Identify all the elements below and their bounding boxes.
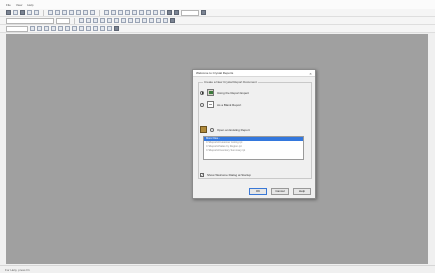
- increase-decimal-icon[interactable]: [149, 18, 154, 23]
- percent-icon[interactable]: [142, 18, 147, 23]
- border-icon[interactable]: [163, 18, 168, 23]
- insert-sql-icon[interactable]: [107, 26, 112, 31]
- blank-report-radio[interactable]: [200, 102, 204, 107]
- menu-view[interactable]: View: [16, 3, 22, 7]
- report-wizard-icon: [207, 89, 214, 96]
- option-report-expert[interactable]: Using the Report Expert: [200, 89, 249, 96]
- copy-icon[interactable]: [55, 10, 60, 15]
- toolbar-separator: [99, 9, 100, 16]
- insert-line-icon[interactable]: [37, 26, 42, 31]
- toolbar-separator: [43, 9, 44, 16]
- option-blank-report[interactable]: As a Blank Report: [200, 101, 241, 108]
- insert-group-icon[interactable]: [118, 10, 123, 15]
- insert-field-icon[interactable]: [104, 10, 109, 15]
- show-welcome-label: Show Welcome Dialog at Startup: [207, 173, 251, 177]
- formatting-toolbar: [0, 17, 435, 25]
- decrease-decimal-icon[interactable]: [156, 18, 161, 23]
- font-color-icon[interactable]: [170, 18, 175, 23]
- report-expert-radio[interactable]: [200, 90, 204, 95]
- insert-text-icon[interactable]: [111, 10, 116, 15]
- close-icon[interactable]: ×: [308, 71, 313, 76]
- show-welcome-checkbox[interactable]: ✓: [200, 173, 204, 177]
- refresh-icon[interactable]: [90, 10, 95, 15]
- font-name-combo[interactable]: [6, 17, 54, 24]
- insert-toolbar: [0, 25, 435, 33]
- insert-map-icon[interactable]: [65, 26, 70, 31]
- open-icon[interactable]: [13, 10, 18, 15]
- ok-button[interactable]: OK: [249, 188, 267, 195]
- insert-picture-icon[interactable]: [139, 10, 144, 15]
- report-explorer-icon[interactable]: [174, 10, 179, 15]
- sort-order-icon[interactable]: [153, 10, 158, 15]
- format-painter-icon[interactable]: [69, 10, 74, 15]
- justify-icon[interactable]: [121, 18, 126, 23]
- insert-box-icon[interactable]: [30, 26, 35, 31]
- insert-summary-icon[interactable]: [125, 10, 130, 15]
- insert-ole-icon[interactable]: [72, 26, 77, 31]
- italic-icon[interactable]: [86, 18, 91, 23]
- dialog-titlebar: Welcome to Crystal Reports: [193, 70, 315, 77]
- database-expert-icon[interactable]: [167, 10, 172, 15]
- help-button[interactable]: Help: [293, 188, 311, 195]
- insert-parameter-icon[interactable]: [93, 26, 98, 31]
- menu-help[interactable]: Help: [27, 3, 33, 7]
- align-center-icon[interactable]: [107, 18, 112, 23]
- recent-files-list[interactable]: More Files... C:\Reports\Customer Listin…: [203, 136, 304, 160]
- insert-olap-icon[interactable]: [58, 26, 63, 31]
- align-right-icon[interactable]: [114, 18, 119, 23]
- insert-hyperlink-icon[interactable]: [79, 26, 84, 31]
- open-existing-radio[interactable]: [210, 127, 214, 132]
- new-icon[interactable]: [6, 10, 11, 15]
- section-combo[interactable]: [6, 25, 28, 32]
- undo-icon[interactable]: [76, 10, 81, 15]
- formula-icon[interactable]: [160, 10, 165, 15]
- blank-report-label: As a Blank Report: [217, 102, 242, 107]
- show-welcome-option[interactable]: ✓ Show Welcome Dialog at Startup: [200, 173, 251, 177]
- status-bar: For Help, press F1: [0, 265, 435, 273]
- redo-icon[interactable]: [83, 10, 88, 15]
- underline-icon[interactable]: [93, 18, 98, 23]
- paste-icon[interactable]: [62, 10, 67, 15]
- select-expert-icon[interactable]: [146, 10, 151, 15]
- cancel-button[interactable]: Cancel: [271, 188, 289, 195]
- insert-subreport-icon[interactable]: [51, 26, 56, 31]
- open-existing-label: Open an Existing Report: [217, 127, 250, 132]
- dialog-title: Welcome to Crystal Reports: [196, 71, 234, 75]
- print-preview-icon[interactable]: [34, 10, 39, 15]
- group-label: Create a New Crystal Report Document: [203, 80, 258, 84]
- currency-icon[interactable]: [128, 18, 133, 23]
- insert-chart-icon[interactable]: [132, 10, 137, 15]
- open-folder-icon: [200, 126, 207, 133]
- standard-toolbar: [0, 9, 435, 17]
- menu-bar: File View Help: [0, 0, 435, 9]
- option-open-existing[interactable]: Open an Existing Report: [200, 126, 250, 133]
- welcome-dialog: Welcome to Crystal Reports × Create a Ne…: [192, 69, 316, 199]
- report-expert-label: Using the Report Expert: [217, 90, 250, 95]
- zoom-combo[interactable]: [181, 9, 199, 16]
- insert-special-field-icon[interactable]: [86, 26, 91, 31]
- bold-icon[interactable]: [79, 18, 84, 23]
- save-icon[interactable]: [20, 10, 25, 15]
- insert-flash-icon[interactable]: [114, 26, 119, 31]
- align-left-icon[interactable]: [100, 18, 105, 23]
- help-icon[interactable]: [201, 10, 206, 15]
- insert-crosstab-icon[interactable]: [44, 26, 49, 31]
- cut-icon[interactable]: [48, 10, 53, 15]
- insert-running-total-icon[interactable]: [100, 26, 105, 31]
- list-item[interactable]: C:\Reports\Inventory Summary.rpt: [204, 149, 303, 153]
- thousands-icon[interactable]: [135, 18, 140, 23]
- blank-report-icon: [207, 101, 214, 108]
- status-text: For Help, press F1: [5, 267, 30, 272]
- font-size-combo[interactable]: [56, 17, 70, 24]
- menu-file[interactable]: File: [6, 3, 11, 7]
- toolbar-separator: [74, 17, 75, 24]
- dialog-buttons: OK Cancel Help: [249, 188, 311, 195]
- print-icon[interactable]: [27, 10, 32, 15]
